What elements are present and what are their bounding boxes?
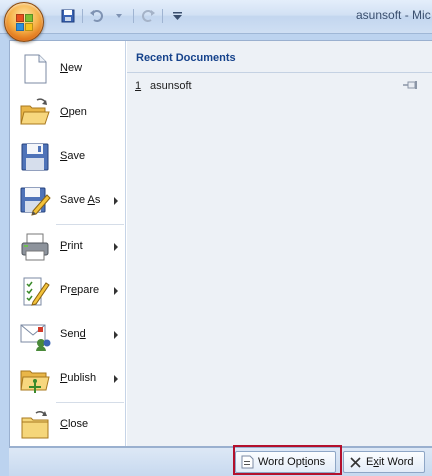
menu-item-save-as[interactable]: Save As <box>13 179 125 223</box>
save-as-icon <box>19 185 51 217</box>
menu-item-label: Send <box>60 328 86 340</box>
exit-x-icon <box>350 456 361 468</box>
exit-word-label: Exit Word <box>366 456 414 468</box>
menu-item-label: Print <box>60 240 83 252</box>
menu-item-label: Prepare <box>60 284 100 296</box>
submenu-arrow-icon <box>114 197 118 205</box>
window-title: asunsoft - Mic <box>356 8 431 22</box>
recent-item-name: asunsoft <box>150 80 192 92</box>
menu-item-close[interactable]: Close <box>13 403 125 447</box>
toolbar-separator <box>82 9 83 23</box>
recent-documents-heading: Recent Documents <box>127 41 432 73</box>
toolbar-separator <box>162 9 163 23</box>
menu-item-open[interactable]: Open <box>13 91 125 135</box>
menu-item-save[interactable]: Save <box>13 135 125 179</box>
menu-item-label: Save As <box>60 194 101 206</box>
menu-item-label: New <box>60 62 83 74</box>
open-folder-icon <box>19 97 51 129</box>
undo-dropdown-icon[interactable] <box>109 6 129 26</box>
recent-documents-panel: Recent Documents 1 asunsoft <box>127 41 432 446</box>
recent-item-number: 1 <box>135 80 142 92</box>
exit-word-button[interactable]: Exit Word <box>343 451 425 473</box>
recent-document-item[interactable]: 1 asunsoft <box>127 75 432 97</box>
submenu-arrow-icon <box>114 331 118 339</box>
menu-item-label: Save <box>60 150 86 162</box>
menu-item-label: Close <box>60 418 89 430</box>
menu-item-send[interactable]: Send <box>13 313 125 357</box>
menu-item-label: Open <box>60 106 87 118</box>
submenu-arrow-icon <box>114 375 118 383</box>
menu-item-publish[interactable]: Publish <box>13 357 125 401</box>
quick-access-toolbar <box>58 6 187 26</box>
pin-icon[interactable] <box>403 80 419 90</box>
send-mail-icon <box>19 319 51 351</box>
submenu-arrow-icon <box>114 243 118 251</box>
prepare-checklist-icon <box>19 275 51 307</box>
menu-item-label: Publish <box>60 372 97 384</box>
office-menu: New Open Save Save As Print Prepare Send… <box>9 40 432 447</box>
save-icon[interactable] <box>58 6 78 26</box>
new-document-icon <box>19 53 51 85</box>
floppy-disk-icon <box>19 141 51 173</box>
menu-item-prepare[interactable]: Prepare <box>13 269 125 313</box>
printer-icon <box>19 231 51 263</box>
menu-item-new[interactable]: New <box>13 47 125 91</box>
publish-folder-icon <box>19 363 51 395</box>
office-button[interactable] <box>4 2 44 42</box>
word-options-button[interactable]: Word Options <box>235 451 336 473</box>
submenu-arrow-icon <box>114 287 118 295</box>
toolbar-separator <box>133 9 134 23</box>
customize-qat-icon[interactable] <box>167 6 187 26</box>
close-folder-icon <box>19 409 51 441</box>
menu-item-print[interactable]: Print <box>13 225 125 269</box>
word-options-icon <box>241 455 254 469</box>
word-options-label: Word Options <box>258 456 326 468</box>
command-list: New Open Save Save As Print Prepare Send… <box>10 41 126 446</box>
menu-footer: Word Options Exit Word <box>9 447 432 476</box>
title-bar: asunsoft - Mic <box>0 0 432 34</box>
office-logo-icon <box>15 13 35 33</box>
undo-icon[interactable] <box>87 6 107 26</box>
redo-icon[interactable] <box>138 6 158 26</box>
